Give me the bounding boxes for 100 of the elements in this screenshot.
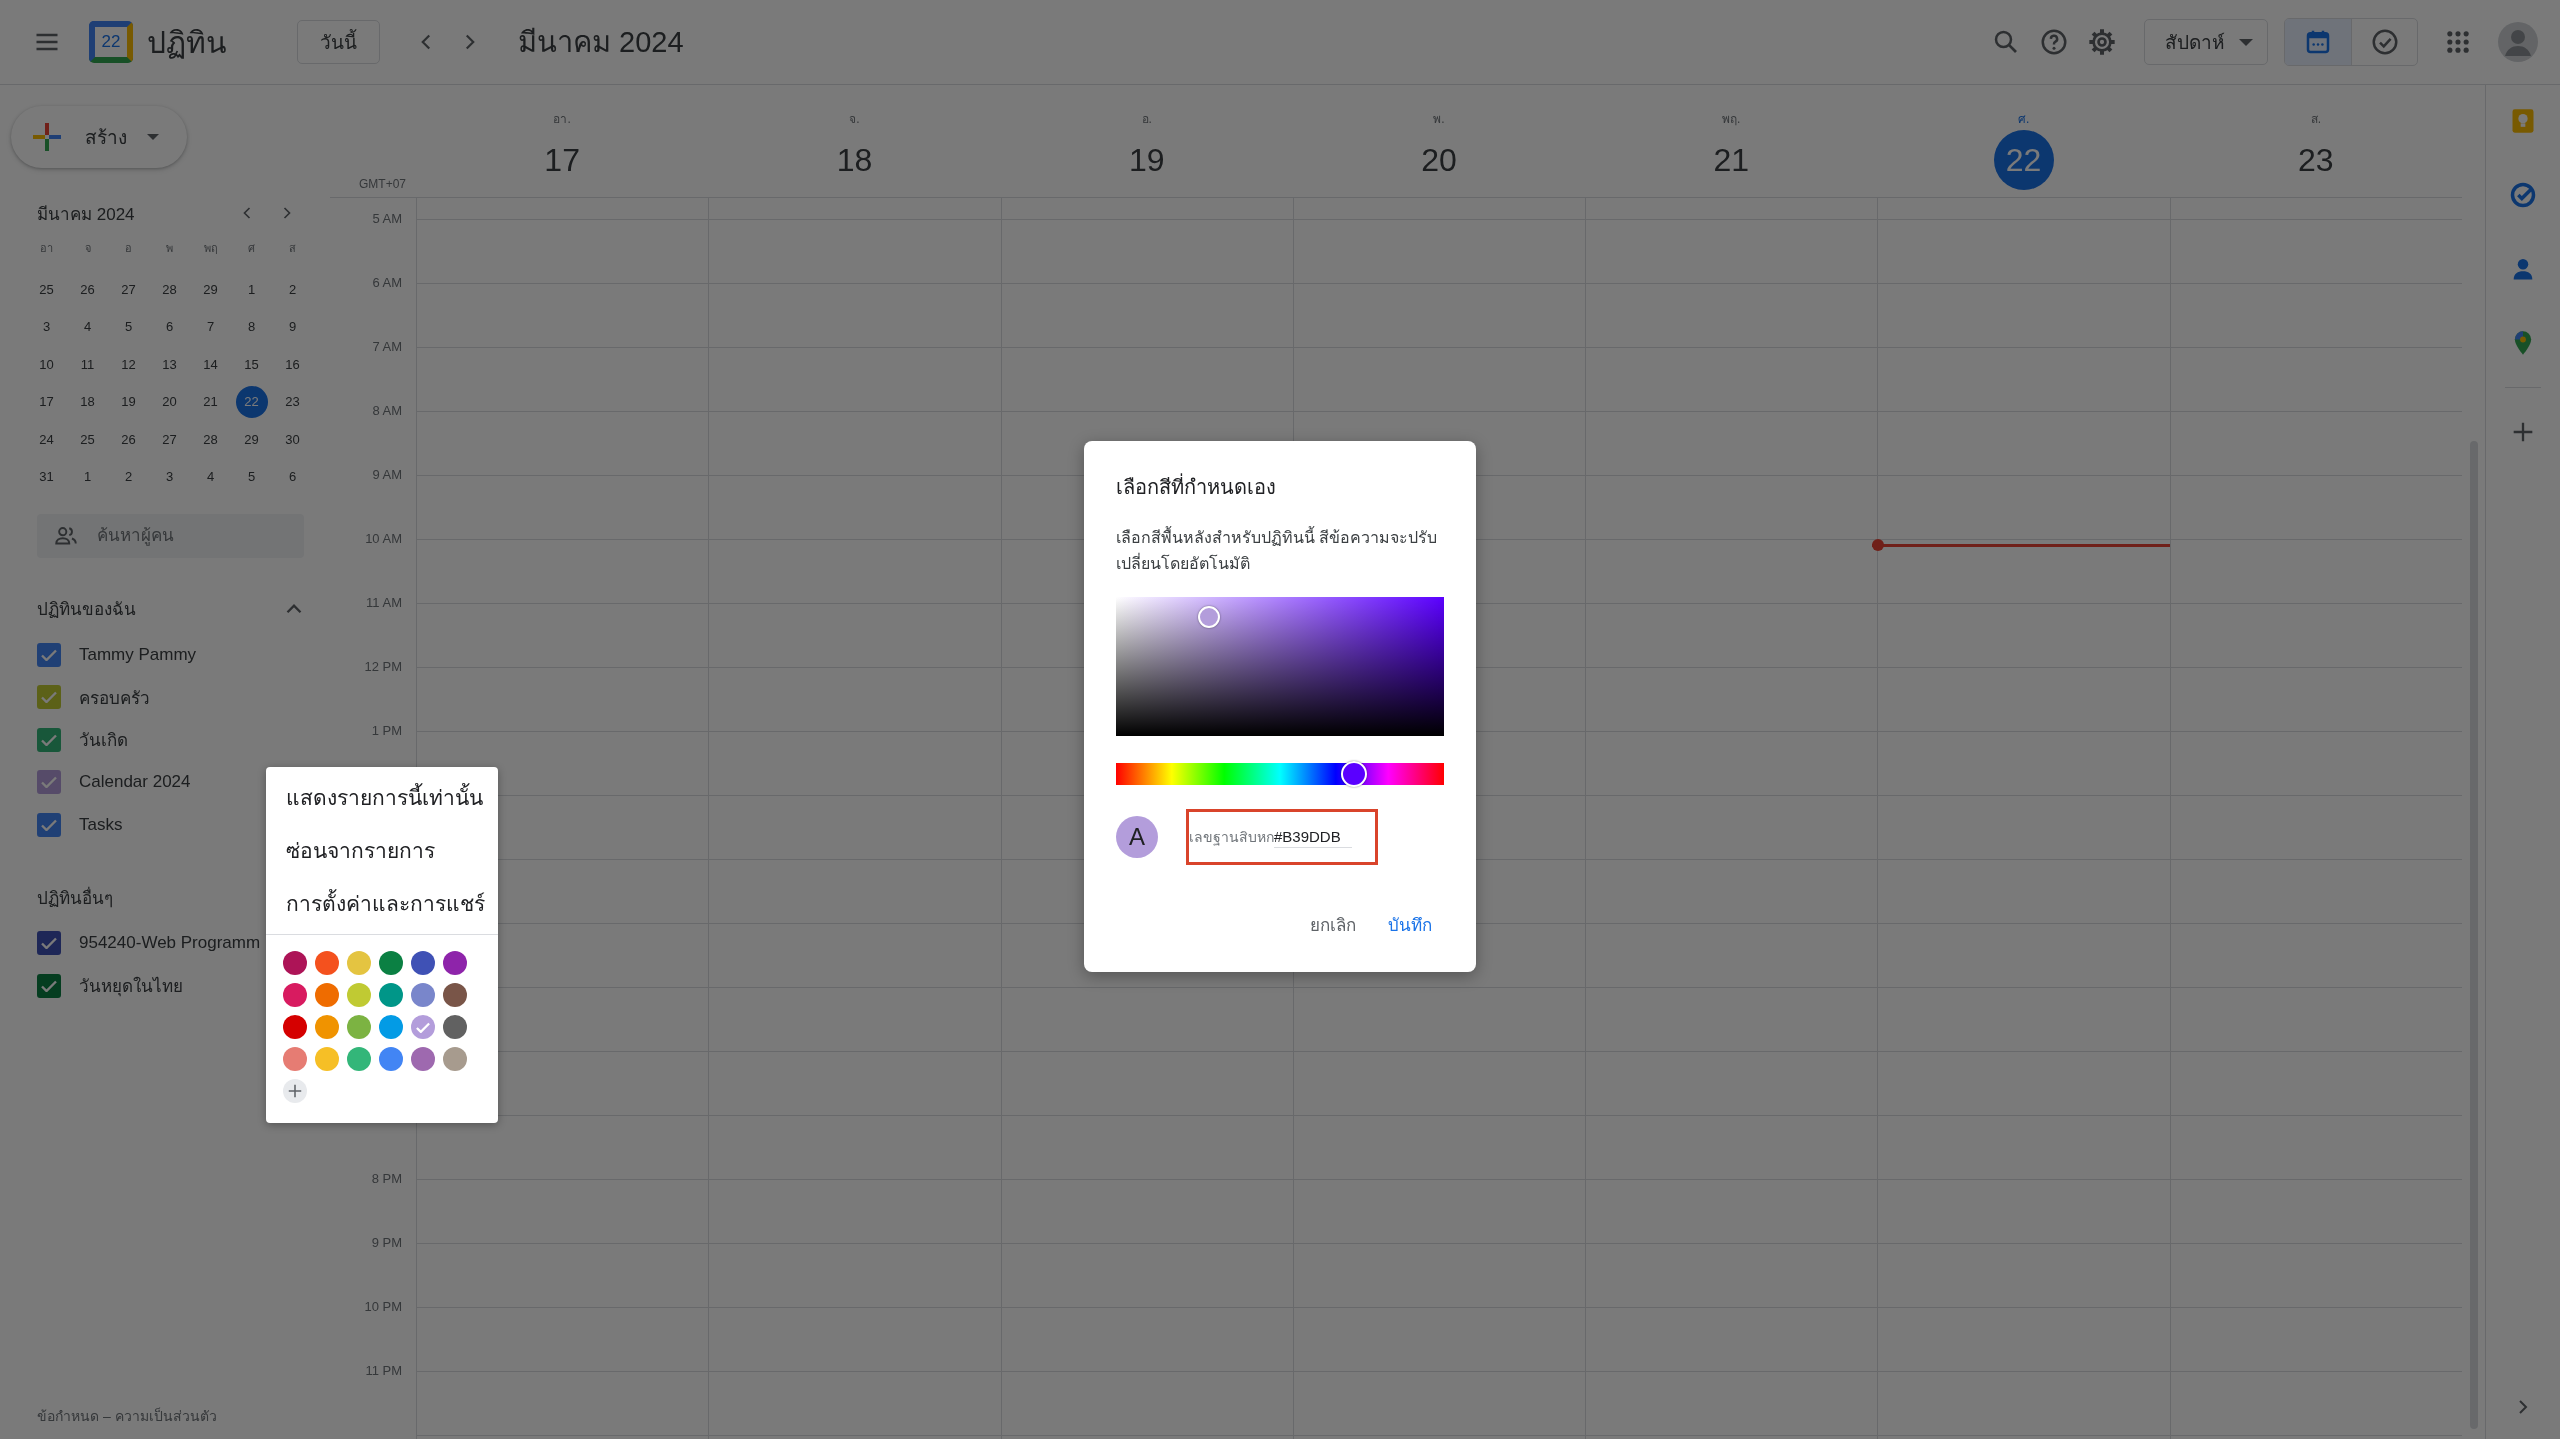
menu-item[interactable]: การตั้งค่าและการแชร์ — [266, 877, 498, 930]
checkbox[interactable] — [37, 770, 61, 795]
color-swatch[interactable] — [283, 983, 307, 1007]
color-swatch[interactable] — [347, 983, 371, 1007]
mini-calendar-day[interactable]: 25 — [30, 273, 63, 306]
calendar-view-toggle[interactable] — [2285, 19, 2351, 65]
color-swatch[interactable] — [315, 1015, 339, 1039]
mini-calendar-day[interactable]: 17 — [30, 385, 63, 418]
calendar-name: Tammy Pammy — [79, 644, 197, 665]
color-swatch[interactable] — [283, 1047, 307, 1071]
add-color-button[interactable] — [283, 1079, 307, 1103]
color-swatch[interactable] — [443, 983, 467, 1007]
color-swatch[interactable] — [379, 983, 403, 1007]
mini-calendar-day[interactable]: 11 — [71, 348, 104, 381]
checkbox[interactable] — [37, 973, 61, 998]
color-swatch[interactable] — [315, 951, 339, 975]
mini-calendar-day[interactable]: 24 — [30, 423, 63, 456]
cancel-button[interactable]: ยกเลิก — [1298, 903, 1368, 946]
checkbox[interactable] — [37, 812, 61, 837]
color-swatch[interactable] — [315, 1047, 339, 1071]
mini-calendar-day[interactable]: 22 — [235, 385, 268, 418]
color-swatch[interactable] — [379, 951, 403, 975]
mini-calendar-day[interactable]: 6 — [153, 310, 186, 343]
day-date[interactable]: 21 — [1701, 130, 1762, 190]
day-date[interactable]: 23 — [2285, 130, 2346, 190]
mini-calendar-day[interactable]: 26 — [71, 273, 104, 306]
checkbox[interactable] — [37, 642, 61, 667]
color-swatch[interactable] — [443, 951, 467, 975]
color-swatch[interactable] — [283, 1015, 307, 1039]
mini-calendar-day[interactable]: 20 — [153, 385, 186, 418]
color-swatch[interactable] — [379, 1015, 403, 1039]
mini-calendar-day[interactable]: 1 — [71, 460, 104, 493]
color-swatch[interactable] — [443, 1047, 467, 1071]
mini-calendar-day[interactable]: 9 — [276, 310, 309, 343]
mini-calendar-day[interactable]: 25 — [71, 423, 104, 456]
color-swatch[interactable] — [411, 1015, 435, 1039]
mini-calendar-day[interactable]: 27 — [153, 423, 186, 456]
color-swatch[interactable] — [347, 1015, 371, 1039]
weekday-label: ศ. — [2017, 111, 2030, 128]
mini-calendar-day[interactable]: 7 — [194, 310, 227, 343]
mini-calendar-day[interactable]: 18 — [71, 385, 104, 418]
color-swatch[interactable] — [347, 1047, 371, 1071]
color-swatch[interactable] — [347, 951, 371, 975]
tasks-app-icon[interactable] — [2509, 181, 2537, 209]
checkbox[interactable] — [37, 931, 61, 956]
mini-calendar-day[interactable]: 13 — [153, 348, 186, 381]
mini-calendar-day[interactable]: 29 — [194, 273, 227, 306]
day-date[interactable]: 19 — [1116, 130, 1177, 190]
saturation-brightness-picker[interactable] — [1116, 597, 1444, 736]
mini-calendar-day[interactable]: 29 — [235, 423, 268, 456]
mini-calendar-day[interactable]: 10 — [30, 348, 63, 381]
mini-calendar-day[interactable]: 4 — [71, 310, 104, 343]
view-select[interactable]: สัปดาห์ — [2144, 19, 2268, 65]
mini-calendar-day[interactable]: 21 — [194, 385, 227, 418]
mini-calendar-day[interactable]: 15 — [235, 348, 268, 381]
mini-calendar-day[interactable]: 19 — [112, 385, 145, 418]
mini-calendar-day[interactable]: 31 — [30, 460, 63, 493]
mini-calendar-day[interactable]: 27 — [112, 273, 145, 306]
mini-calendar-day[interactable]: 28 — [194, 423, 227, 456]
color-swatch[interactable] — [411, 951, 435, 975]
mini-calendar-day[interactable]: 4 — [194, 460, 227, 493]
mini-calendar-day[interactable]: 23 — [276, 385, 309, 418]
color-swatch[interactable] — [411, 1047, 435, 1071]
day-date[interactable]: 17 — [532, 130, 593, 190]
mini-calendar-day[interactable]: 8 — [235, 310, 268, 343]
mini-calendar-day[interactable]: 5 — [112, 310, 145, 343]
footer-links[interactable]: ข้อกำหนด – ความเป็นส่วนตัว — [37, 1405, 330, 1427]
mini-calendar-day[interactable]: 2 — [276, 273, 309, 306]
mini-calendar-day[interactable]: 5 — [235, 460, 268, 493]
mini-calendar-day[interactable]: 30 — [276, 423, 309, 456]
hue-slider-handle[interactable] — [1341, 761, 1368, 787]
color-swatch[interactable] — [411, 983, 435, 1007]
day-date[interactable]: 18 — [824, 130, 885, 190]
mini-calendar-day[interactable]: 3 — [30, 310, 63, 343]
people-search-field[interactable]: ค้นหาผู้คน — [37, 513, 304, 558]
mini-calendar-day[interactable]: 6 — [276, 460, 309, 493]
menu-item[interactable]: แสดงรายการนี้เท่านั้น — [266, 771, 498, 824]
color-swatch[interactable] — [283, 951, 307, 975]
mini-calendar-day[interactable]: 28 — [153, 273, 186, 306]
checkbox[interactable] — [37, 727, 61, 752]
mini-calendar-day[interactable]: 14 — [194, 348, 227, 381]
create-button[interactable]: สร้าง — [11, 106, 187, 168]
mini-calendar-day[interactable]: 16 — [276, 348, 309, 381]
mini-calendar-day[interactable]: 26 — [112, 423, 145, 456]
save-button[interactable]: บันทึก — [1376, 903, 1444, 946]
mini-calendar-day[interactable]: 3 — [153, 460, 186, 493]
hue-slider[interactable] — [1116, 763, 1444, 785]
day-date[interactable]: 20 — [1409, 130, 1469, 190]
checkbox[interactable] — [37, 685, 61, 710]
mini-calendar-day[interactable]: 1 — [235, 273, 268, 306]
mini-calendar-day[interactable]: 12 — [112, 348, 145, 381]
color-swatch[interactable] — [443, 1015, 467, 1039]
color-swatch[interactable] — [315, 983, 339, 1007]
mini-calendar-day[interactable]: 2 — [112, 460, 145, 493]
today-button[interactable]: วันนี้ — [297, 20, 380, 64]
color-swatch[interactable] — [379, 1047, 403, 1071]
menu-item[interactable]: ซ่อนจากรายการ — [266, 824, 498, 877]
day-date[interactable]: 22 — [1993, 130, 2054, 190]
picker-handle[interactable] — [1197, 605, 1220, 628]
avatar[interactable] — [2498, 22, 2538, 62]
